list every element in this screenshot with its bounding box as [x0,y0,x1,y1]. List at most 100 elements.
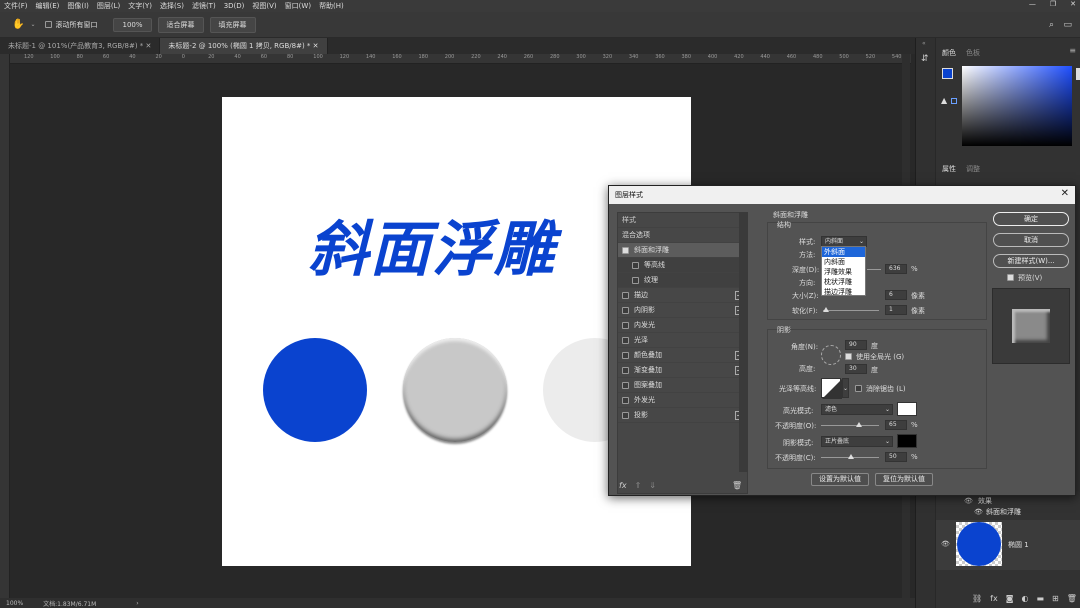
link-icon[interactable]: ⛓ [972,594,982,608]
eye-icon[interactable]: 👁 [964,497,973,505]
bevel-checkbox[interactable] [622,246,629,254]
tab-document-1[interactable]: 未标题-1 @ 101%(产品教育3, RGB/8#) * ✕ [0,38,161,54]
menu-icon[interactable]: ≡ [1069,46,1076,55]
workspace-icon[interactable]: ▭ [1063,20,1072,30]
tab-document-2[interactable]: 未标题-2 @ 100% (椭圆 1 拷贝, RGB/8#) * ✕ [160,38,328,54]
effect-checkbox[interactable] [622,336,629,344]
fx-icon[interactable]: fx [990,594,998,608]
effect-item[interactable]: 内发光 [618,318,747,333]
tab-adjustments[interactable]: 调整 [966,164,980,174]
status-zoom[interactable]: 100% [6,600,23,607]
cancel-button[interactable]: 取消 [993,233,1069,247]
gray-bevel-circle[interactable] [403,338,507,442]
menu-item[interactable]: 选择(S) [160,1,184,11]
styles-header[interactable]: 样式 [618,213,747,228]
effect-item[interactable]: 外发光 [618,393,747,408]
close-icon[interactable]: ✕ [1061,188,1069,199]
folder-icon[interactable]: ▬ [1036,594,1044,608]
menu-item[interactable]: 文字(Y) [128,1,152,11]
new-style-button[interactable]: 新建样式(W)... [993,254,1069,268]
adjustment-icon[interactable]: ◐ [1021,594,1028,608]
style-dropdown-list[interactable]: 外斜面 内斜面 浮雕效果 枕状浮雕 描边浮雕 [821,246,866,296]
gloss-contour-picker[interactable] [821,378,842,399]
shadow-opacity-field[interactable]: 50 [885,452,907,462]
effect-checkbox[interactable] [622,351,629,359]
color-picker-field[interactable] [962,66,1072,146]
soften-field[interactable]: 1 [885,305,907,315]
highlight-color-swatch[interactable] [897,402,917,416]
tab-properties[interactable]: 属性 [942,164,956,174]
zoom-field[interactable]: 100% [113,17,152,32]
menu-item[interactable]: 图层(L) [97,1,120,11]
eye-icon[interactable]: 👁 [974,508,983,516]
highlight-opacity-field[interactable]: 65 [885,420,907,430]
altitude-field[interactable]: 30 [845,364,867,374]
menu-item[interactable]: 窗口(W) [285,1,311,11]
soften-knob[interactable] [823,307,829,312]
foreground-color-swatch[interactable] [942,68,953,79]
menu-item[interactable]: 编辑(E) [36,1,60,11]
close-icon[interactable]: ✕ [146,42,152,50]
tool-preset-chevron-icon[interactable]: ⌄ [30,21,35,28]
effect-checkbox[interactable] [622,306,629,314]
texture-item[interactable]: 纹理 [618,273,747,288]
hand-tool-icon[interactable]: ✋ [12,19,24,30]
tab-swatches[interactable]: 色板 [966,48,980,58]
style-option[interactable]: 浮雕效果 [822,267,865,277]
texture-checkbox[interactable] [632,276,639,284]
style-option[interactable]: 描边浮雕 [822,287,865,297]
contour-checkbox[interactable] [632,261,639,269]
mask-icon[interactable]: ◙ [1006,594,1014,608]
close-window-icon[interactable]: ✕ [1070,0,1076,8]
highlight-opacity-knob[interactable] [856,422,862,427]
effect-item[interactable]: 光泽 [618,333,747,348]
history-icon[interactable]: ⇵ [921,54,929,64]
scroll-all-checkbox[interactable] [45,21,53,28]
effect-item[interactable]: 颜色叠加+ [618,348,747,363]
trash-icon[interactable]: 🗑 [732,481,742,490]
effect-checkbox[interactable] [622,381,629,389]
tab-color[interactable]: 颜色 [942,48,956,58]
menu-item[interactable]: 图像(I) [67,1,89,11]
size-field[interactable]: 6 [885,290,907,300]
minimize-icon[interactable]: — [1029,0,1036,8]
global-light-checkbox[interactable] [845,353,852,360]
effect-checkbox[interactable] [622,291,629,299]
effect-item[interactable]: 内阴影+ [618,303,747,318]
style-option[interactable]: 枕状浮雕 [822,277,865,287]
effect-checkbox[interactable] [622,411,629,419]
effect-item[interactable]: 投影+ [618,408,747,423]
ok-button[interactable]: 确定 [993,212,1069,226]
gloss-contour-dropdown[interactable]: ⌄ [842,378,849,398]
menu-item[interactable]: 3D(D) [224,2,245,10]
make-default-button[interactable]: 设置为默认值 [811,473,869,486]
angle-dial[interactable] [821,345,841,365]
menu-item[interactable]: 视图(V) [252,1,276,11]
depth-field[interactable]: 636 [885,264,907,274]
eye-icon[interactable]: 👁 [941,540,950,548]
restore-icon[interactable]: ❐ [1050,0,1056,8]
style-option[interactable]: 内斜面 [822,257,865,267]
search-icon[interactable]: ⌕ [1049,20,1054,30]
effect-item[interactable]: 描边+ [618,288,747,303]
blue-circle[interactable] [263,338,367,442]
warning-icon[interactable]: ▲ [941,96,947,105]
highlight-opacity-slider[interactable] [821,425,879,426]
effect-item[interactable]: 图案叠加 [618,378,747,393]
move-down-icon[interactable]: ⇓ [649,481,656,490]
shadow-opacity-knob[interactable] [848,454,854,459]
antialias-checkbox[interactable] [855,385,862,392]
menu-item[interactable]: 滤镜(T) [192,1,216,11]
layer-row[interactable]: 👁 椭圆 1 [936,520,1080,570]
effect-checkbox[interactable] [622,396,629,404]
status-arrow-icon[interactable]: › [136,600,138,607]
reset-default-button[interactable]: 复位为默认值 [875,473,933,486]
collapse-icon[interactable]: « [922,40,926,47]
effect-checkbox[interactable] [622,321,629,329]
effect-checkbox[interactable] [622,366,629,374]
contour-item[interactable]: 等高线 [618,258,747,273]
layer-name[interactable]: 椭圆 1 [1008,540,1029,550]
fit-screen-button[interactable]: 适合屏幕 [157,16,204,33]
fx-icon[interactable]: fx [619,481,627,490]
fill-screen-button[interactable]: 填充屏幕 [209,16,256,33]
